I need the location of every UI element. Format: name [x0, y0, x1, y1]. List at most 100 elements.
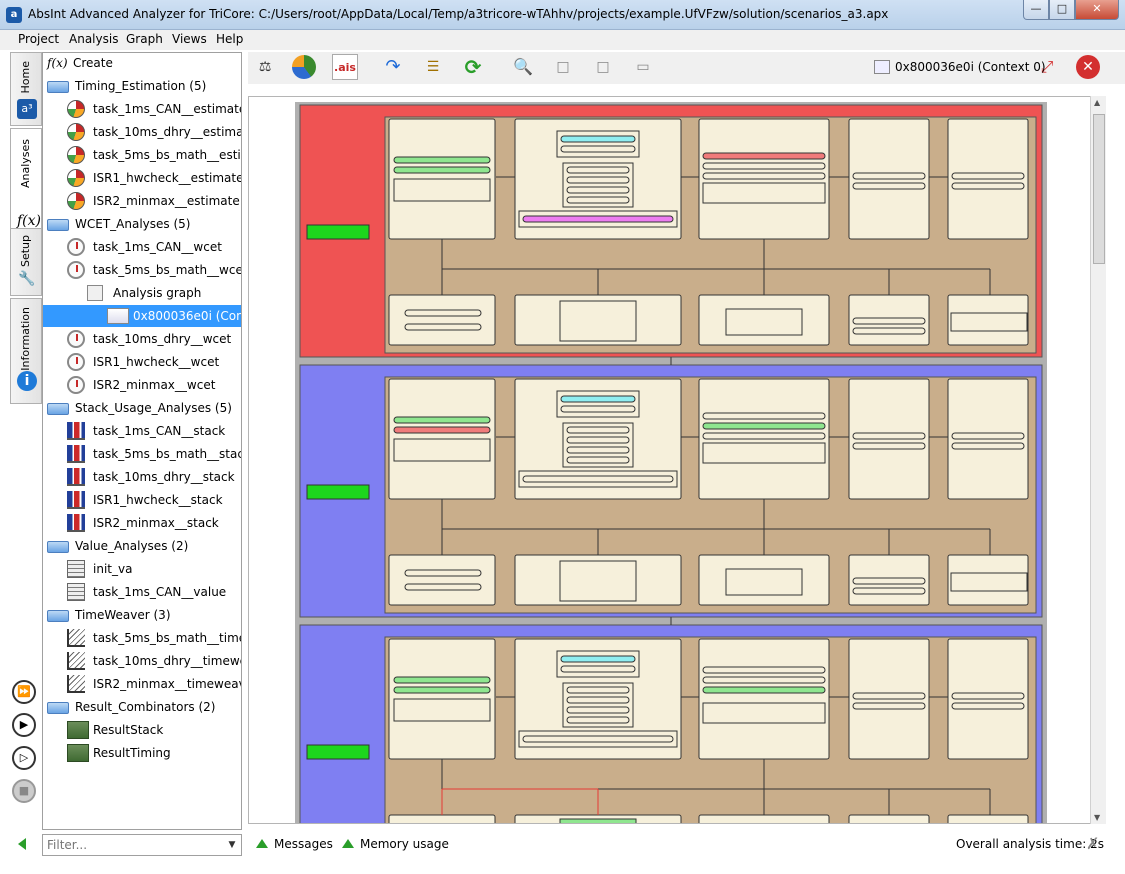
tree-item[interactable]: 0x800036e0i (Contex: [43, 305, 241, 327]
analysis-graph-view[interactable]: [248, 96, 1106, 824]
tree-item[interactable]: task_5ms_bs_math__stack: [43, 443, 241, 465]
list-arrow-icon[interactable]: ☰: [420, 54, 446, 80]
instruction-bar: [560, 135, 636, 143]
tree-item[interactable]: task_10ms_dhry__wcet: [43, 328, 241, 350]
tree-item[interactable]: ResultTiming: [43, 742, 241, 764]
scroll-down-icon[interactable]: ▼: [1094, 813, 1100, 822]
tree-item[interactable]: task_5ms_bs_math__wcet: [43, 259, 241, 281]
tree-item-label: task_5ms_bs_math__timewe: [93, 631, 241, 645]
tab-information[interactable]: Information i: [10, 298, 42, 404]
step-into-icon[interactable]: ↷: [380, 54, 406, 80]
pie-chart-icon[interactable]: [292, 55, 316, 79]
filter-dropdown-icon[interactable]: ▼: [224, 836, 240, 854]
tree-item[interactable]: task_10ms_dhry__estimate: [43, 121, 241, 143]
tree-folder[interactable]: Value_Analyses (2): [43, 535, 241, 557]
gauge-icon: [67, 169, 85, 187]
instruction-bar: [522, 475, 674, 483]
tree-item[interactable]: ISR1_hwcheck__wcet: [43, 351, 241, 373]
refresh-icon[interactable]: ⟳: [460, 54, 486, 80]
gauge-icon: [67, 192, 85, 210]
filter-input[interactable]: [42, 834, 242, 856]
collapse-panel-icon[interactable]: [18, 838, 26, 850]
menu-project[interactable]: Project: [18, 32, 59, 46]
tree-item[interactable]: Analysis graph: [43, 282, 241, 304]
page-marker-icon[interactable]: ▭: [630, 54, 656, 80]
sub-block: [725, 568, 803, 596]
tree-folder[interactable]: TimeWeaver (3): [43, 604, 241, 626]
tree-item-label: task_10ms_dhry__wcet: [93, 332, 232, 346]
scroll-thumb[interactable]: [1093, 114, 1105, 264]
broom-icon[interactable]: ✗: [1086, 834, 1099, 853]
memory-expand-icon[interactable]: [342, 839, 354, 848]
instruction-bar: [702, 686, 826, 694]
instruction-bar: [560, 405, 636, 413]
folder-icon: [47, 610, 69, 622]
ais-file-icon[interactable]: .ais: [332, 54, 358, 80]
basic-block-node: [388, 814, 496, 823]
tab-information-label: Information: [19, 307, 32, 371]
tree-item-label: init_va: [93, 562, 133, 576]
tree-item[interactable]: task_5ms_bs_math__estimat: [43, 144, 241, 166]
scroll-up-icon[interactable]: ▲: [1094, 98, 1100, 107]
menu-analysis[interactable]: Analysis: [69, 32, 118, 46]
close-button[interactable]: ✕: [1075, 0, 1119, 20]
tree-item[interactable]: ISR1_hwcheck__stack: [43, 489, 241, 511]
tree-item[interactable]: ISR1_hwcheck__estimate: [43, 167, 241, 189]
instruction-bar: [566, 186, 630, 194]
page-fold-icon[interactable]: □: [590, 54, 616, 80]
instruction-bar: [560, 395, 636, 403]
menu-views[interactable]: Views: [172, 32, 207, 46]
timeweaver-icon: [67, 652, 85, 670]
tree-folder[interactable]: Stack_Usage_Analyses (5): [43, 397, 241, 419]
tree-item[interactable]: ISR2_minmax__timeweaver: [43, 673, 241, 695]
tree-folder[interactable]: Timing_Estimation (5): [43, 75, 241, 97]
menu-graph[interactable]: Graph: [126, 32, 163, 46]
tree-item[interactable]: ISR2_minmax__estimate: [43, 190, 241, 212]
tab-home[interactable]: Home a³: [10, 52, 42, 126]
close-view-icon[interactable]: ✕: [1076, 55, 1100, 79]
maximize-button[interactable]: □: [1049, 0, 1075, 20]
messages-toggle[interactable]: Messages: [274, 837, 333, 851]
tree-item-label: ResultStack: [93, 723, 164, 737]
page-icon[interactable]: □: [550, 54, 576, 80]
fast-forward-button[interactable]: ⏩: [12, 680, 36, 704]
tree-item[interactable]: task_1ms_CAN__value: [43, 581, 241, 603]
instruction-bar: [522, 735, 674, 743]
tree-item[interactable]: task_1ms_CAN__stack: [43, 420, 241, 442]
tree-item[interactable]: task_10ms_dhry__stack: [43, 466, 241, 488]
messages-expand-icon[interactable]: [256, 839, 268, 848]
menu-help[interactable]: Help: [216, 32, 243, 46]
step-run-button[interactable]: ▷: [12, 746, 36, 770]
tree-item-label: ISR2_minmax__stack: [93, 516, 219, 530]
instruction-bar: [852, 702, 926, 710]
tree-item[interactable]: ISR2_minmax__stack: [43, 512, 241, 534]
sub-block: [393, 698, 491, 722]
context-icon: [874, 60, 890, 74]
tree-item-label: task_5ms_bs_math__wcet: [93, 263, 242, 277]
tree-item[interactable]: task_1ms_CAN__wcet: [43, 236, 241, 258]
tab-analyses[interactable]: Analyses f(x): [10, 128, 42, 238]
memory-usage-toggle[interactable]: Memory usage: [360, 837, 449, 851]
tree-item[interactable]: init_va: [43, 558, 241, 580]
tree-item[interactable]: ISR2_minmax__wcet: [43, 374, 241, 396]
timeweaver-icon: [67, 629, 85, 647]
scale-icon[interactable]: ⚖: [252, 54, 278, 80]
instruction-bar: [852, 172, 926, 180]
tab-setup[interactable]: Setup 🔧: [10, 228, 42, 296]
tree-item[interactable]: task_1ms_CAN__estimate: [43, 98, 241, 120]
minimize-button[interactable]: —: [1023, 0, 1049, 20]
sub-block: [556, 390, 640, 418]
zoom-icon[interactable]: 🔍: [510, 54, 536, 80]
tree-folder[interactable]: Result_Combinators (2): [43, 696, 241, 718]
tree-item[interactable]: f(x) Create: [43, 53, 241, 74]
tree-item[interactable]: task_5ms_bs_math__timewe: [43, 627, 241, 649]
instruction-bar: [852, 432, 926, 440]
sub-block: [556, 650, 640, 678]
tree-item[interactable]: task_10ms_dhry__timeweave: [43, 650, 241, 672]
run-button[interactable]: ▶: [12, 713, 36, 737]
tree-folder[interactable]: WCET_Analyses (5): [43, 213, 241, 235]
graph-vertical-scrollbar[interactable]: ▲ ▼: [1090, 96, 1106, 824]
stop-button[interactable]: ■: [12, 779, 36, 803]
tree-item[interactable]: ResultStack: [43, 719, 241, 741]
tree-item-label: ISR2_minmax__timeweaver: [93, 677, 242, 691]
